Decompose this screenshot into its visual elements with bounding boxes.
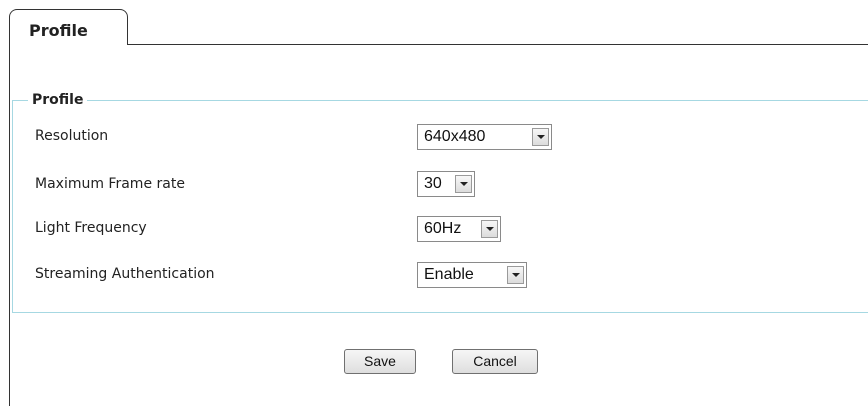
tab-strip-divider xyxy=(128,44,868,45)
resolution-select-value: 640x480 xyxy=(424,128,486,145)
light-frequency-select[interactable]: 60Hz xyxy=(417,216,501,242)
light-frequency-label: Light Frequency xyxy=(35,220,147,236)
light-frequency-select-value: 60Hz xyxy=(424,220,462,237)
resolution-select[interactable]: 640x480 xyxy=(417,124,552,150)
max-frame-rate-label: Maximum Frame rate xyxy=(35,176,185,192)
max-frame-rate-select-value: 30 xyxy=(424,175,442,192)
chevron-down-icon[interactable] xyxy=(455,175,472,193)
resolution-label: Resolution xyxy=(35,128,109,144)
chevron-down-icon[interactable] xyxy=(532,128,549,146)
profile-fieldset-legend: Profile xyxy=(28,91,88,109)
tab-profile-label: Profile xyxy=(29,21,88,40)
streaming-authentication-label: Streaming Authentication xyxy=(35,266,215,282)
chevron-down-icon[interactable] xyxy=(507,266,524,284)
save-button[interactable]: Save xyxy=(344,349,416,374)
streaming-authentication-select[interactable]: Enable xyxy=(417,262,527,288)
streaming-authentication-select-value: Enable xyxy=(424,266,474,283)
cancel-button[interactable]: Cancel xyxy=(452,349,538,374)
tab-profile[interactable]: Profile xyxy=(9,9,128,45)
chevron-down-icon[interactable] xyxy=(481,220,498,238)
max-frame-rate-select[interactable]: 30 xyxy=(417,171,475,197)
content-left-border xyxy=(9,44,10,406)
